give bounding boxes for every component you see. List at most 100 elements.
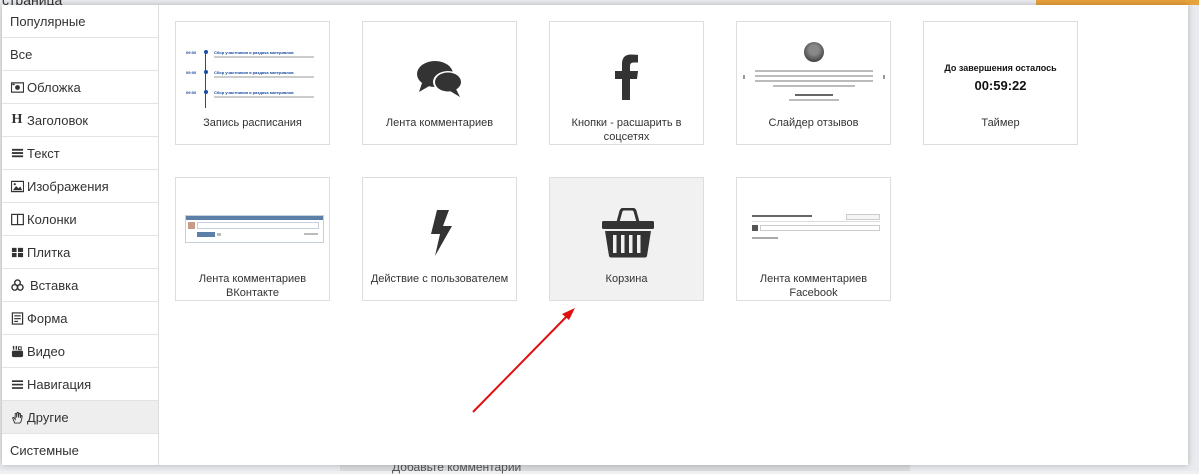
vk-submit-button [197, 232, 215, 237]
lightning-icon [431, 210, 452, 256]
sidebar-item-columns[interactable]: Колонки [2, 203, 158, 236]
vk-avatar [188, 222, 195, 229]
schedule-dot [204, 50, 208, 54]
tile-reviews-slider[interactable]: Слайдер отзывов [736, 21, 891, 145]
sidebar-item-label: Видео [27, 343, 65, 359]
sidebar-item-text[interactable]: Текст [2, 137, 158, 170]
camera-icon [10, 80, 24, 94]
reviews-slider-thumbnail [743, 42, 885, 112]
sidebar-item-label: Обложка [27, 79, 81, 95]
fb-header-text [752, 215, 812, 217]
review-text-line [755, 70, 873, 72]
tile-vk-comments[interactable]: Лента комментариев ВКонтакте [175, 177, 330, 301]
sidebar-item-label: Колонки [27, 211, 77, 227]
tile-schedule-entry[interactable]: 09:00 Сбор участников и раздача материал… [175, 21, 330, 145]
sidebar-item-label: Заголовок [27, 112, 89, 128]
schedule-row: 09:00 Сбор участников и раздача материал… [186, 90, 326, 110]
sidebar-item-video[interactable]: Видео [2, 335, 158, 368]
fb-comments-thumbnail [752, 214, 880, 245]
sidebar-item-all[interactable]: Все [2, 38, 158, 71]
text-lines-icon [10, 146, 24, 160]
sidebar-item-other[interactable]: Другие [2, 401, 158, 434]
tile-label: Слайдер отзывов [768, 117, 859, 129]
timer-heading: До завершения осталось [944, 63, 1057, 73]
schedule-description [214, 96, 314, 98]
columns-icon [10, 212, 24, 226]
slider-prev-arrow [743, 75, 745, 79]
schedule-time: 09:00 [186, 90, 197, 95]
schedule-thumbnail: 09:00 Сбор участников и раздача материал… [186, 50, 326, 110]
vk-header-bar [186, 216, 323, 220]
tile-basket[interactable]: Корзина [549, 177, 704, 301]
schedule-title: Сбор участников и раздача материалов [214, 90, 294, 95]
review-text-line [773, 85, 855, 87]
sidebar-item-label: Популярные [10, 13, 86, 29]
tile-facebook-comments[interactable]: Лента комментариев Facebook [736, 177, 891, 301]
sidebar-item-images[interactable]: Изображения [2, 170, 158, 203]
timer-value: 00:59:22 [974, 78, 1027, 93]
fb-sort-control [846, 214, 880, 220]
schedule-row: 09:00 Сбор участников и раздача материал… [186, 70, 326, 90]
sidebar-item-label: Вставка [30, 277, 79, 293]
schedule-time: 09:00 [186, 50, 197, 55]
vk-comments-thumbnail [185, 215, 324, 243]
schedule-dot [204, 70, 208, 74]
basket-icon [602, 208, 654, 258]
comments-icon [417, 61, 463, 97]
sidebar-item-popular[interactable]: Популярные [2, 5, 158, 38]
sidebar-item-label: Текст [27, 145, 60, 161]
sidebar-item-navigation[interactable]: Навигация [2, 368, 158, 401]
schedule-row: 09:00 Сбор участников и раздача материал… [186, 50, 326, 70]
form-icon [10, 311, 24, 325]
youtube-icon [10, 344, 24, 358]
tile-label: Корзина [605, 273, 648, 285]
schedule-description [214, 76, 314, 78]
sidebar-item-cover[interactable]: Обложка [2, 71, 158, 104]
schedule-dot [204, 90, 208, 94]
sidebar-item-system[interactable]: Системные [2, 434, 158, 467]
slider-next-arrow [883, 75, 885, 79]
schedule-time: 09:00 [186, 70, 197, 75]
cubes-icon [10, 278, 24, 292]
menu-icon [10, 377, 24, 391]
sidebar-item-embed[interactable]: Вставка [2, 269, 158, 302]
sidebar-item-label: Плитка [27, 244, 71, 260]
tile-label: Таймер [981, 117, 1020, 129]
sidebar-item-label: Форма [27, 310, 68, 326]
fb-plugin-note [752, 237, 778, 239]
sidebar-item-tiles[interactable]: Плитка [2, 236, 158, 269]
fb-avatar [752, 225, 758, 231]
review-text-line [755, 75, 873, 77]
sidebar-item-form[interactable]: Форма [2, 302, 158, 335]
tile-share-buttons[interactable]: Кнопки - расшарить в соцсетях [549, 21, 704, 145]
tile-label: Лента комментариев Facebook [759, 273, 868, 299]
tile-label: Действие с пользователем [370, 273, 509, 285]
sidebar-item-label: Навигация [27, 376, 92, 392]
image-icon [10, 179, 24, 193]
blocks-library-modal: Популярные Все Обложка H Заголовок Текст… [2, 5, 1188, 465]
vk-footer-link [304, 233, 318, 235]
sidebar-item-label: Все [10, 46, 33, 62]
review-author [795, 94, 833, 96]
review-avatar [804, 42, 824, 62]
sidebar-item-label: Системные [10, 443, 79, 458]
review-text-line [755, 80, 873, 82]
tile-label: Кнопки - расшарить в соцсетях [571, 117, 682, 143]
tile-user-action[interactable]: Действие с пользователем [362, 177, 517, 301]
sidebar-item-label: Другие [27, 409, 69, 425]
schedule-description [214, 56, 314, 58]
blocks-grid: 09:00 Сбор участников и раздача материал… [159, 5, 1188, 465]
sidebar-item-heading[interactable]: H Заголовок [2, 104, 158, 137]
tile-label: Лента комментариев [385, 117, 494, 129]
tile-label: Запись расписания [203, 117, 302, 129]
tile-label: Лента комментариев ВКонтакте [198, 273, 307, 299]
sidebar-item-label: Изображения [27, 178, 109, 194]
vk-option [217, 233, 221, 236]
fb-divider [752, 221, 880, 222]
hand-icon [10, 410, 24, 424]
facebook-icon [615, 54, 638, 100]
vk-input [197, 222, 319, 229]
tile-comments-feed[interactable]: Лента комментариев [362, 21, 517, 145]
category-sidebar: Популярные Все Обложка H Заголовок Текст… [2, 5, 159, 465]
tile-timer[interactable]: До завершения осталось 00:59:22 Таймер [923, 21, 1078, 145]
